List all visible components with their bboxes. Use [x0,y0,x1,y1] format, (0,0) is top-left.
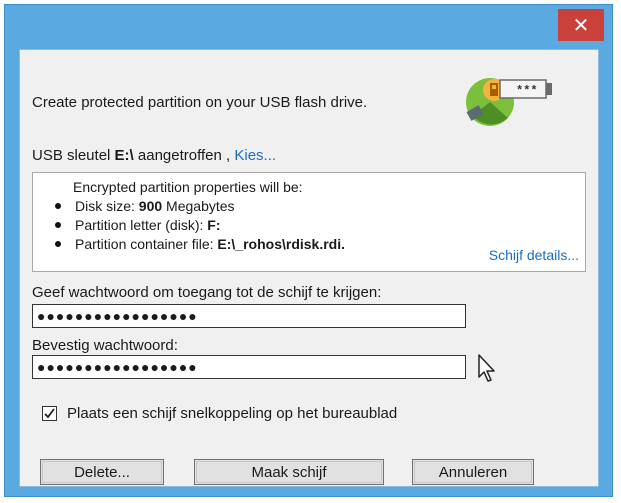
usb-prefix: USB sleutel [32,147,111,164]
dialog-content: Create protected partition on your USB f… [19,49,599,487]
confirm-password-field[interactable]: ●●●●●●●●●●●●●●●●● [32,355,466,379]
rohos-logo-icon: *** [464,68,564,132]
partition-properties-box: Encrypted partition properties will be: … [32,172,586,272]
choose-drive-link[interactable]: Kies... [234,147,276,164]
disk-details-link[interactable]: Schijf details... [489,247,579,263]
properties-title: Encrypted partition properties will be: [73,179,303,195]
usb-drive-letter: E:\ [114,147,134,164]
make-disk-button[interactable]: Maak schijf [194,459,384,485]
usb-status: aangetroffen , [137,147,231,164]
usb-status-line: USB sleutel E:\ aangetroffen , Kies... [32,147,276,164]
bullet-icon [55,203,61,210]
dialog-window: ✕ Create protected partition on your USB… [4,4,613,497]
property-container-file: Partition container file: E:\_rohos\rdis… [55,235,345,254]
close-button[interactable]: ✕ [558,9,604,41]
title-bar[interactable]: ✕ [5,5,612,49]
close-icon: ✕ [572,14,590,37]
bullet-icon [55,241,61,248]
properties-list: Disk size: 900 Megabytes Partition lette… [55,197,345,254]
cancel-button[interactable]: Annuleren [412,459,534,485]
password-field[interactable]: ●●●●●●●●●●●●●●●●● [32,304,466,328]
shortcut-checkbox[interactable] [42,406,57,421]
password-label: Geef wachtwoord om toegang tot de schijf… [32,284,382,301]
shortcut-checkbox-row[interactable]: Plaats een schijf snelkoppeling op het b… [42,405,397,422]
logo-code: *** [516,84,538,98]
checkmark-icon [44,408,55,419]
delete-button[interactable]: Delete... [40,459,164,485]
shortcut-checkbox-label: Plaats een schijf snelkoppeling op het b… [67,405,398,422]
bullet-icon [55,222,61,229]
property-partition-letter: Partition letter (disk): F: [55,216,345,235]
dialog-heading: Create protected partition on your USB f… [32,94,368,111]
mouse-pointer-icon [477,353,499,388]
confirm-password-label: Bevestig wachtwoord: [32,337,178,354]
property-disk-size: Disk size: 900 Megabytes [55,197,345,216]
